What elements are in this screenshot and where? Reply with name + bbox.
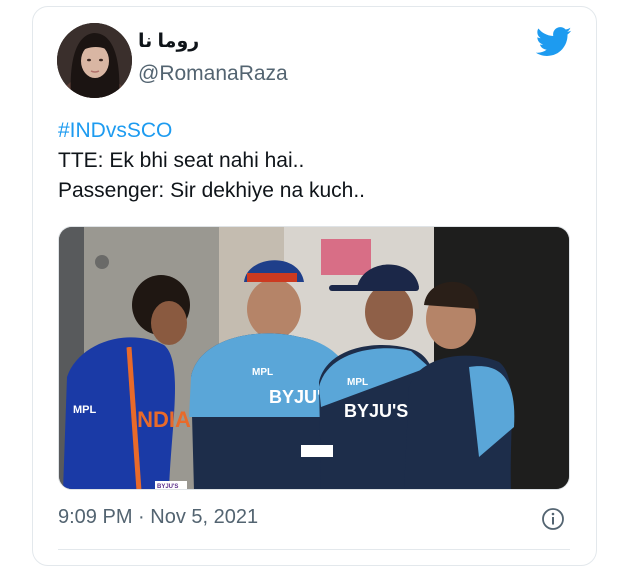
twitter-bird-icon[interactable] bbox=[536, 26, 572, 58]
info-icon[interactable] bbox=[541, 507, 565, 531]
hashtag-link[interactable]: #INDvsSCO bbox=[58, 116, 365, 146]
tweet-line-2: Passenger: Sir dekhiye na kuch.. bbox=[58, 179, 366, 202]
tweet-timestamp[interactable]: 9:09 PM · Nov 5, 2021 bbox=[58, 506, 258, 529]
jersey-text-5: BYJU'S bbox=[344, 401, 408, 421]
media-watermark: BYJU'S bbox=[157, 484, 178, 490]
divider bbox=[58, 549, 570, 550]
jersey-text-2: MPL bbox=[252, 367, 273, 378]
tweet-line-1: TTE: Ek bhi seat nahi hai.. bbox=[58, 149, 305, 172]
tweet-media[interactable]: MPL INDIA MPL BYJU'S MPL BYJU'S BYJU'S bbox=[58, 226, 570, 490]
avatar[interactable] bbox=[57, 23, 132, 98]
user-handle[interactable]: @RomanaRaza bbox=[138, 62, 288, 86]
jersey-text-1: MPL bbox=[73, 404, 97, 416]
tweet-text: #INDvsSCO TTE: Ek bhi seat nahi hai.. Pa… bbox=[58, 116, 365, 206]
display-name[interactable]: روما نا bbox=[138, 30, 199, 53]
media-photo: MPL INDIA MPL BYJU'S MPL BYJU'S BYJU'S bbox=[59, 227, 569, 490]
avatar-image bbox=[57, 23, 132, 98]
jersey-text-6: INDIA bbox=[131, 407, 191, 432]
jersey-text-4: MPL bbox=[347, 377, 368, 388]
